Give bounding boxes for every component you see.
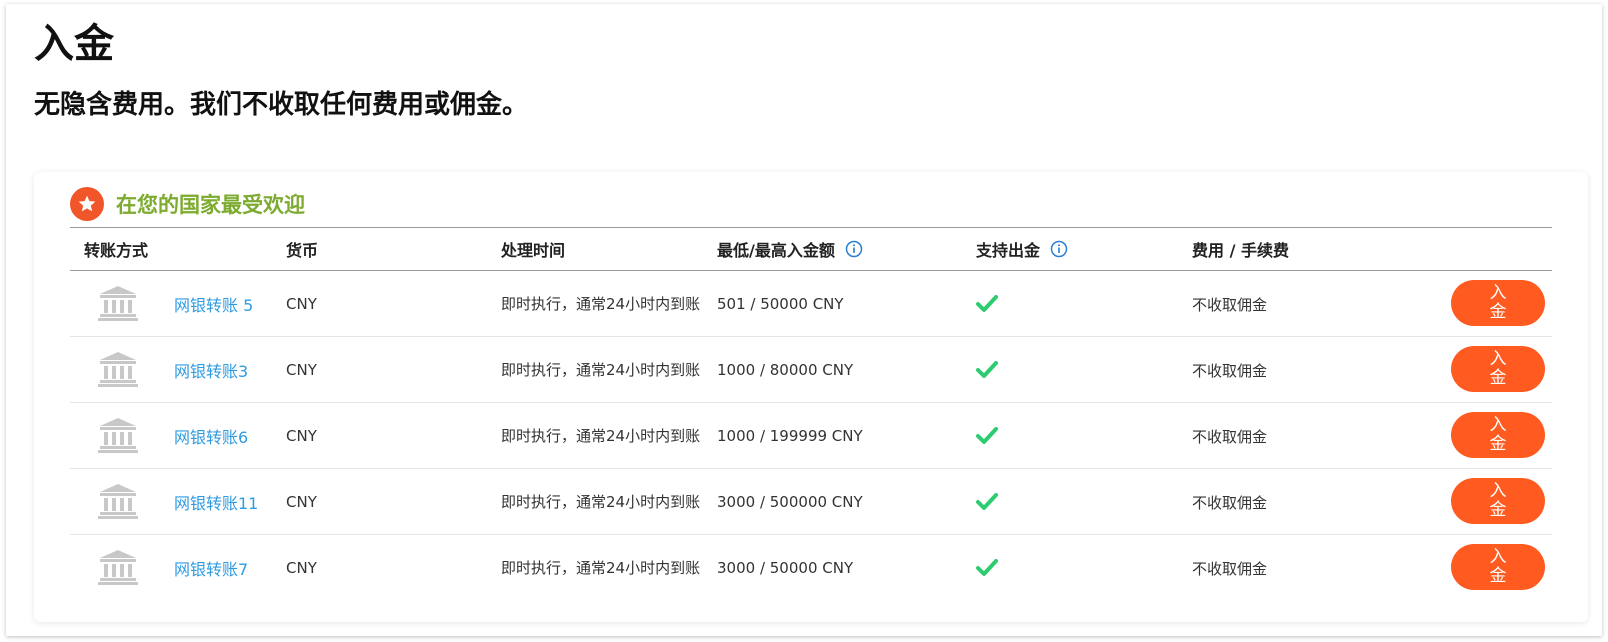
currency-cell: CNY — [286, 427, 317, 445]
bank-icon — [96, 284, 140, 326]
page-title: 入金 — [34, 21, 114, 67]
method-link[interactable]: 网银转账 5 — [174, 292, 253, 316]
fee-cell: 不收取佣金 — [1192, 427, 1268, 446]
limits-cell: 3000 / 500000 CNY — [717, 493, 863, 511]
bank-icon — [96, 548, 140, 590]
check-icon — [976, 403, 998, 469]
deposit-button-label: 入金 — [1489, 415, 1507, 454]
deposit-button[interactable]: 入金 — [1451, 346, 1545, 392]
bank-icon — [96, 416, 140, 458]
check-icon — [976, 337, 998, 403]
processing-time: 即时执行，通常24小时内到账 — [501, 295, 701, 313]
page-subtitle: 无隐含费用。我们不收取任何费用或佣金。 — [34, 90, 529, 120]
fee-cell: 不收取佣金 — [1192, 559, 1268, 578]
method-link[interactable]: 网银转账6 — [174, 424, 248, 448]
table-body: 网银转账 5 CNY 即时执行，通常24小时内到账 501 / 50000 CN… — [70, 271, 1552, 601]
deposit-button[interactable]: 入金 — [1451, 544, 1545, 590]
header-limits-label: 最低/最高入金额 — [717, 241, 835, 260]
currency-cell: CNY — [286, 559, 317, 577]
limits-cell: 501 / 50000 CNY — [717, 295, 844, 313]
table-row: 网银转账3 CNY 即时执行，通常24小时内到账 1000 / 80000 CN… — [70, 337, 1552, 403]
deposit-button-label: 入金 — [1489, 481, 1507, 520]
check-icon — [976, 535, 998, 601]
header-withdrawal: 支持出金 — [976, 228, 1068, 270]
method-link[interactable]: 网银转账11 — [174, 490, 258, 514]
table-row: 网银转账 5 CNY 即时执行，通常24小时内到账 501 / 50000 CN… — [70, 271, 1552, 337]
payment-methods-card: 在您的国家最受欢迎 转账方式 货币 处理时间 最低/最高入金额 支持出金 费用 … — [34, 172, 1588, 622]
limits-cell: 1000 / 80000 CNY — [717, 361, 854, 379]
header-withdrawal-label: 支持出金 — [976, 241, 1041, 260]
header-method: 转账方式 — [84, 241, 149, 260]
section-title: 在您的国家最受欢迎 — [116, 193, 305, 217]
processing-time: 即时执行，通常24小时内到账 — [501, 361, 701, 379]
header-time: 处理时间 — [501, 241, 566, 260]
method-link[interactable]: 网银转账7 — [174, 556, 248, 580]
deposit-button[interactable]: 入金 — [1451, 280, 1545, 326]
processing-time: 即时执行，通常24小时内到账 — [501, 559, 701, 577]
currency-cell: CNY — [286, 361, 317, 379]
limits-cell: 1000 / 199999 CNY — [717, 427, 863, 445]
deposit-button-label: 入金 — [1489, 547, 1507, 586]
fee-cell: 不收取佣金 — [1192, 295, 1268, 314]
deposit-button-label: 入金 — [1489, 349, 1507, 388]
deposit-button[interactable]: 入金 — [1451, 412, 1545, 458]
info-icon[interactable] — [845, 240, 863, 258]
table-row: 网银转账11 CNY 即时执行，通常24小时内到账 3000 / 500000 … — [70, 469, 1552, 535]
check-icon — [976, 469, 998, 535]
header-limits: 最低/最高入金额 — [717, 228, 863, 270]
header-currency: 货币 — [286, 241, 319, 260]
info-icon[interactable] — [1050, 240, 1068, 258]
limits-cell: 3000 / 50000 CNY — [717, 559, 854, 577]
star-badge-icon — [70, 187, 104, 221]
bank-icon — [96, 350, 140, 392]
fee-cell: 不收取佣金 — [1192, 493, 1268, 512]
currency-cell: CNY — [286, 295, 317, 313]
payment-methods-table: 转账方式 货币 处理时间 最低/最高入金额 支持出金 费用 / 手续费 网银转账… — [70, 227, 1552, 601]
method-link[interactable]: 网银转账3 — [174, 358, 248, 382]
table-header: 转账方式 货币 处理时间 最低/最高入金额 支持出金 费用 / 手续费 — [70, 227, 1552, 271]
check-icon — [976, 271, 998, 337]
table-row: 网银转账7 CNY 即时执行，通常24小时内到账 3000 / 50000 CN… — [70, 535, 1552, 601]
deposit-button-label: 入金 — [1489, 283, 1507, 322]
header-fee: 费用 / 手续费 — [1192, 241, 1289, 260]
bank-icon — [96, 482, 140, 524]
section-header: 在您的国家最受欢迎 — [70, 186, 305, 222]
deposit-button[interactable]: 入金 — [1451, 478, 1545, 524]
page-frame: 入金 无隐含费用。我们不收取任何费用或佣金。 在您的国家最受欢迎 转账方式 货币… — [6, 4, 1602, 636]
currency-cell: CNY — [286, 493, 317, 511]
processing-time: 即时执行，通常24小时内到账 — [501, 493, 701, 511]
processing-time: 即时执行，通常24小时内到账 — [501, 427, 701, 445]
table-row: 网银转账6 CNY 即时执行，通常24小时内到账 1000 / 199999 C… — [70, 403, 1552, 469]
fee-cell: 不收取佣金 — [1192, 361, 1268, 380]
